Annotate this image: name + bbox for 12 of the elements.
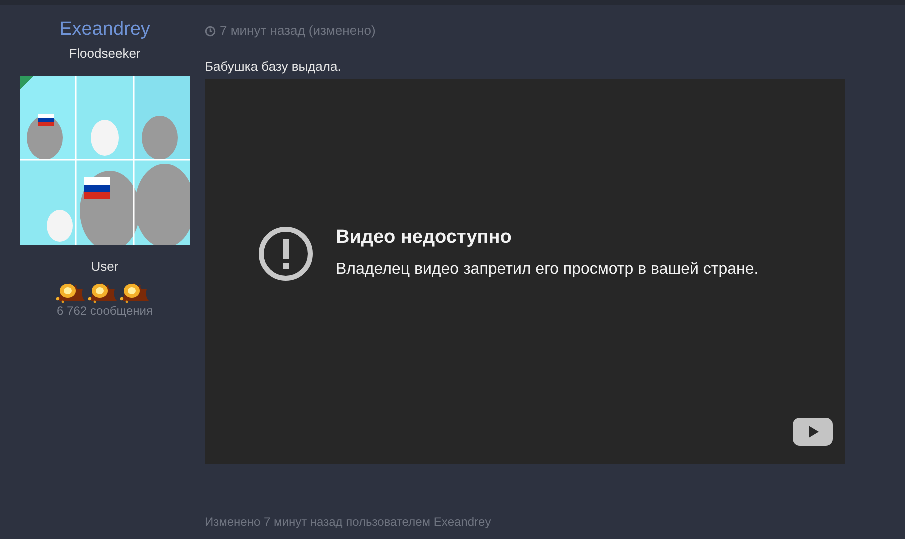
video-message: Владелец видео запретил его просмотр в вашей стране. [336, 260, 760, 280]
user-title: Floodseeker [69, 46, 141, 62]
video-title: Видео недоступно [336, 226, 513, 250]
username[interactable]: Exeandrey [60, 17, 150, 43]
post-count: 6 762 сообщения [57, 303, 153, 319]
video-player[interactable]: Видео недоступно Владелец видео запретил его просмотр в вашей стране. [205, 79, 845, 464]
user-group: User [91, 259, 119, 275]
exclamation-icon [258, 226, 314, 282]
play-icon[interactable] [793, 418, 833, 446]
post-text: Бабушка базу выдала. [205, 59, 342, 75]
edited-note: Изменено 7 минут назад пользователем Exeandrey [205, 514, 492, 530]
clock-icon [205, 26, 216, 36]
